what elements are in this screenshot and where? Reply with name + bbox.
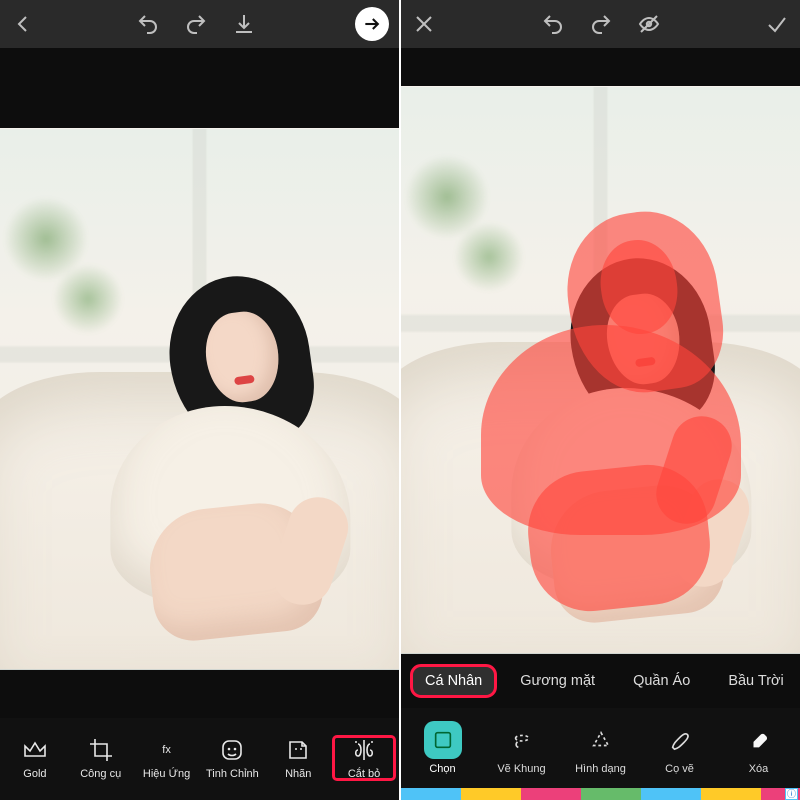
drawtool-label: Xóa xyxy=(749,763,769,775)
eye-off-icon[interactable] xyxy=(636,11,662,37)
editor-pane-main: Gold Công cụ fx Hiệu Ứng Tinh Chỉnh Nhãn… xyxy=(0,0,399,800)
drawtool-label: Hình dạng xyxy=(575,763,626,775)
fx-icon: fx xyxy=(152,736,182,764)
lasso-icon xyxy=(503,721,541,759)
crown-icon xyxy=(20,736,50,764)
tool-label: Nhãn xyxy=(285,768,311,780)
chip-canhan[interactable]: Cá Nhân xyxy=(411,665,496,697)
top-toolbar xyxy=(0,0,399,48)
tool-nhan[interactable]: Nhãn xyxy=(267,736,329,780)
selection-toolbar: Chọn Vẽ Khung Hình dạng Cọ vẽ Xóa xyxy=(401,708,800,788)
tool-hieuung[interactable]: fx Hiệu Ứng xyxy=(136,736,198,780)
tool-label: Cắt bỏ xyxy=(348,768,380,780)
tool-label: Gold xyxy=(23,768,46,780)
drawtool-cove[interactable]: Cọ vẽ xyxy=(645,721,715,775)
face-adjust-icon xyxy=(217,736,247,764)
next-button[interactable] xyxy=(355,7,389,41)
chip-bautroi[interactable]: Bầu Trời xyxy=(714,665,797,697)
tool-gold[interactable]: Gold xyxy=(4,736,66,780)
chip-quanao[interactable]: Quần Áo xyxy=(619,665,704,697)
drawtool-label: Chọn xyxy=(429,763,455,775)
tool-congcu[interactable]: Công cụ xyxy=(70,736,132,780)
canvas-letterbox-bottom xyxy=(0,670,399,718)
sticker-icon xyxy=(283,736,313,764)
editor-pane-cutout: Cá Nhân Gương mặt Quần Áo Bầu Trời Chọn … xyxy=(401,0,800,800)
tool-tinhchinh[interactable]: Tinh Chỉnh xyxy=(201,736,263,780)
bottom-toolbar: Gold Công cụ fx Hiệu Ứng Tinh Chỉnh Nhãn… xyxy=(0,718,399,800)
cutout-icon xyxy=(349,736,379,764)
drawtool-vekhung[interactable]: Vẽ Khung xyxy=(487,721,557,775)
tool-label: Tinh Chỉnh xyxy=(206,768,259,780)
eraser-icon xyxy=(740,721,778,759)
redo-icon[interactable] xyxy=(588,11,614,37)
canvas-letterbox-top xyxy=(0,48,399,128)
top-toolbar xyxy=(401,0,800,48)
tool-catbo[interactable]: Cắt bỏ xyxy=(333,736,395,780)
drawtool-label: Vẽ Khung xyxy=(497,763,545,775)
drawtool-hinhdang[interactable]: Hình dạng xyxy=(566,721,636,775)
undo-icon[interactable] xyxy=(540,11,566,37)
tool-label: Công cụ xyxy=(80,768,121,780)
ad-strip[interactable] xyxy=(401,788,800,800)
canvas-photo[interactable] xyxy=(0,128,399,670)
drawtool-chon[interactable]: Chọn xyxy=(408,721,478,775)
canvas-photo-masked[interactable] xyxy=(401,86,800,654)
tool-label: Hiệu Ứng xyxy=(143,768,190,780)
undo-icon[interactable] xyxy=(135,11,161,37)
canvas-letterbox-top xyxy=(401,48,800,86)
download-icon[interactable] xyxy=(231,11,257,37)
close-icon[interactable] xyxy=(411,11,437,37)
shape-dashed-icon xyxy=(582,721,620,759)
redo-icon[interactable] xyxy=(183,11,209,37)
crop-icon xyxy=(86,736,116,764)
back-icon[interactable] xyxy=(10,11,36,37)
auto-select-icon xyxy=(424,721,462,759)
drawtool-xoa[interactable]: Xóa xyxy=(724,721,794,775)
category-chipbar: Cá Nhân Gương mặt Quần Áo Bầu Trời xyxy=(401,654,800,708)
drawtool-label: Cọ vẽ xyxy=(665,763,694,775)
brush-icon xyxy=(661,721,699,759)
check-icon[interactable] xyxy=(764,11,790,37)
chip-guongmat[interactable]: Gương mặt xyxy=(506,665,609,697)
